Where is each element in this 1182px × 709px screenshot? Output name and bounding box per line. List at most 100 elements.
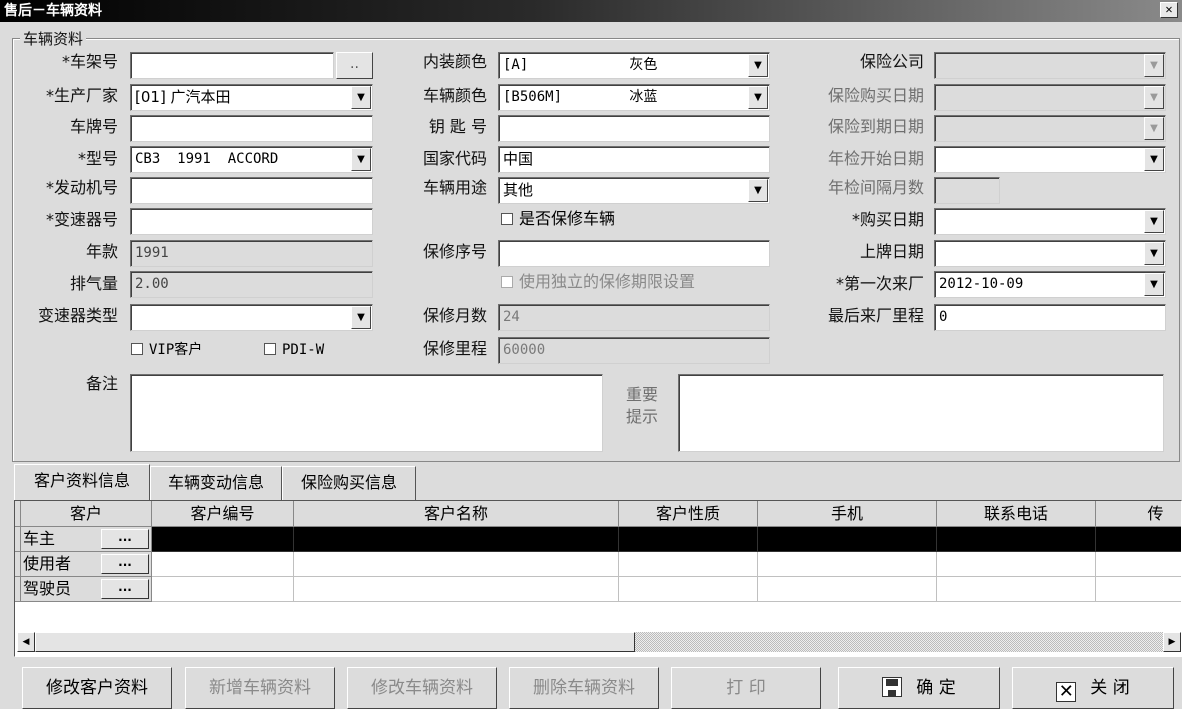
window-close-button[interactable]: ✕ <box>1160 2 1178 18</box>
remark-label: 备注 <box>85 374 118 393</box>
vip-checkbox-label: VIP客户 <box>149 342 203 358</box>
grid-cell[interactable] <box>758 527 937 552</box>
scroll-right-icon[interactable]: ▶ <box>1163 632 1181 652</box>
ok-button[interactable]: 确 定 <box>838 667 1000 709</box>
grid-cell[interactable] <box>758 577 937 602</box>
key-no-label: 钥 匙 号 <box>428 117 487 136</box>
inspect-start-select[interactable]: ▼ <box>934 146 1166 173</box>
grid-header-fax[interactable]: 传 <box>1096 501 1181 527</box>
chevron-down-icon[interactable]: ▼ <box>1144 242 1164 265</box>
chevron-down-icon[interactable]: ▼ <box>1144 148 1164 171</box>
first-visit-select[interactable]: 2012-10-09 ▼ <box>934 271 1166 298</box>
grid-cell[interactable] <box>1096 552 1181 577</box>
grid-cell[interactable] <box>1096 527 1181 552</box>
warranty-seq-input[interactable] <box>498 240 770 267</box>
grid-cell[interactable] <box>1096 577 1181 602</box>
vehicle-color-label: 车辆颜色 <box>422 86 487 105</box>
tab-customer-info[interactable]: 客户资料信息 <box>14 464 150 500</box>
grid-header-customer-type[interactable]: 客户性质 <box>619 501 758 527</box>
chevron-down-icon[interactable]: ▼ <box>748 86 768 109</box>
tab-insurance-purchase[interactable]: 保险购买信息 <box>282 466 416 500</box>
grid-cell[interactable] <box>937 552 1096 577</box>
engine-input[interactable] <box>130 177 373 204</box>
grid-header-customer-no[interactable]: 客户编号 <box>152 501 294 527</box>
close-button[interactable]: ✕ 关 闭 <box>1012 667 1174 709</box>
close-icon: ✕ <box>1056 682 1077 702</box>
gearbox-type-select[interactable]: ▼ <box>130 304 373 331</box>
pdi-checkbox-label: PDI-W <box>282 342 325 358</box>
grid-header-customer[interactable]: 客户 <box>21 501 152 527</box>
grid-cell[interactable] <box>294 527 619 552</box>
checkbox-box[interactable] <box>501 213 513 225</box>
last-mileage-label: 最后来厂里程 <box>827 306 924 325</box>
vin-label: *车架号 <box>61 52 118 71</box>
vin-input[interactable] <box>130 52 334 79</box>
chevron-down-icon: ▼ <box>1144 117 1164 140</box>
plate-input[interactable] <box>130 115 373 142</box>
grid-cell[interactable] <box>619 577 758 602</box>
edit-vehicle-button: 修改车辆资料 <box>347 667 497 709</box>
grid-cell[interactable] <box>619 527 758 552</box>
grid-header-mobile[interactable]: 手机 <box>758 501 937 527</box>
purchase-date-select[interactable]: ▼ <box>934 208 1166 235</box>
scroll-left-icon[interactable]: ◀ <box>17 632 35 652</box>
grid-cell[interactable] <box>937 527 1096 552</box>
grid-cell[interactable] <box>294 577 619 602</box>
key-no-input[interactable] <box>498 115 770 142</box>
interior-color-select[interactable]: [A] 灰色 ▼ <box>498 52 770 79</box>
country-code-input[interactable]: 中国 <box>498 146 770 173</box>
model-select[interactable]: CB3 1991 ACCORD ▼ <box>130 146 373 173</box>
checkbox-box[interactable] <box>131 343 143 355</box>
maker-value: [01] 广汽本田 <box>135 88 231 106</box>
table-row-user[interactable]: 使用者... <box>21 552 152 577</box>
vehicle-color-select[interactable]: [B506M] 冰蓝 ▼ <box>498 84 770 111</box>
warranty-vehicle-checkbox[interactable]: 是否保修车辆 <box>501 209 615 229</box>
insurer-select: ▼ <box>934 52 1166 79</box>
chevron-down-icon[interactable]: ▼ <box>351 86 371 109</box>
warranty-vehicle-label: 是否保修车辆 <box>519 209 616 228</box>
grid-cell[interactable] <box>758 552 937 577</box>
chevron-down-icon[interactable]: ▼ <box>351 306 371 329</box>
grid-header-customer-name[interactable]: 客户名称 <box>294 501 619 527</box>
edit-customer-button[interactable]: 修改客户资料 <box>22 667 172 709</box>
vip-checkbox[interactable]: VIP客户 <box>131 339 202 359</box>
grid-cell[interactable] <box>937 577 1096 602</box>
scrollbar-thumb[interactable] <box>35 632 635 652</box>
customer-grid[interactable]: 客户 客户编号 客户名称 客户性质 手机 联系电话 传 车主... 使用者...… <box>14 500 1182 657</box>
print-button: 打 印 <box>671 667 821 709</box>
window-title-bar: 售后－车辆资料 ✕ <box>0 0 1182 22</box>
grid-cell[interactable] <box>294 552 619 577</box>
maker-select[interactable]: [01] 广汽本田 ▼ <box>130 84 373 111</box>
last-mileage-input[interactable]: 0 <box>934 304 1166 331</box>
table-row-owner[interactable]: 车主... <box>21 527 152 552</box>
driver-browse-button[interactable]: ... <box>101 579 149 599</box>
important-tip-textarea[interactable] <box>678 374 1164 452</box>
grid-header-phone[interactable]: 联系电话 <box>937 501 1096 527</box>
gearbox-input[interactable] <box>130 208 373 235</box>
grid-cell[interactable] <box>619 552 758 577</box>
user-browse-button[interactable]: ... <box>101 554 149 574</box>
checkbox-box[interactable] <box>264 343 276 355</box>
vin-browse-button[interactable]: .. <box>336 52 373 79</box>
gearbox-type-label: 变速器类型 <box>37 306 118 325</box>
pdi-checkbox[interactable]: PDI-W <box>264 339 324 359</box>
important-tip-label: 重要 提示 <box>625 385 658 426</box>
ins-expire-date-label: 保险到期日期 <box>827 117 924 136</box>
chevron-down-icon[interactable]: ▼ <box>1144 210 1164 233</box>
chevron-down-icon[interactable]: ▼ <box>1144 273 1164 296</box>
chevron-down-icon[interactable]: ▼ <box>351 148 371 171</box>
chevron-down-icon[interactable]: ▼ <box>748 54 768 77</box>
table-row-driver[interactable]: 驾驶员... <box>21 577 152 602</box>
grid-cell[interactable] <box>152 552 294 577</box>
remark-textarea[interactable] <box>130 374 603 452</box>
warranty-seq-label: 保修序号 <box>422 242 487 261</box>
plate-date-select[interactable]: ▼ <box>934 240 1166 267</box>
grid-cell[interactable] <box>152 577 294 602</box>
owner-browse-button[interactable]: ... <box>101 529 149 549</box>
chevron-down-icon[interactable]: ▼ <box>748 179 768 202</box>
year-label: 年款 <box>85 242 118 261</box>
horizontal-scrollbar[interactable]: ◀ ▶ <box>17 632 1181 652</box>
grid-cell[interactable] <box>152 527 294 552</box>
tab-vehicle-changes[interactable]: 车辆变动信息 <box>150 466 282 500</box>
usage-select[interactable]: 其他 ▼ <box>498 177 770 204</box>
